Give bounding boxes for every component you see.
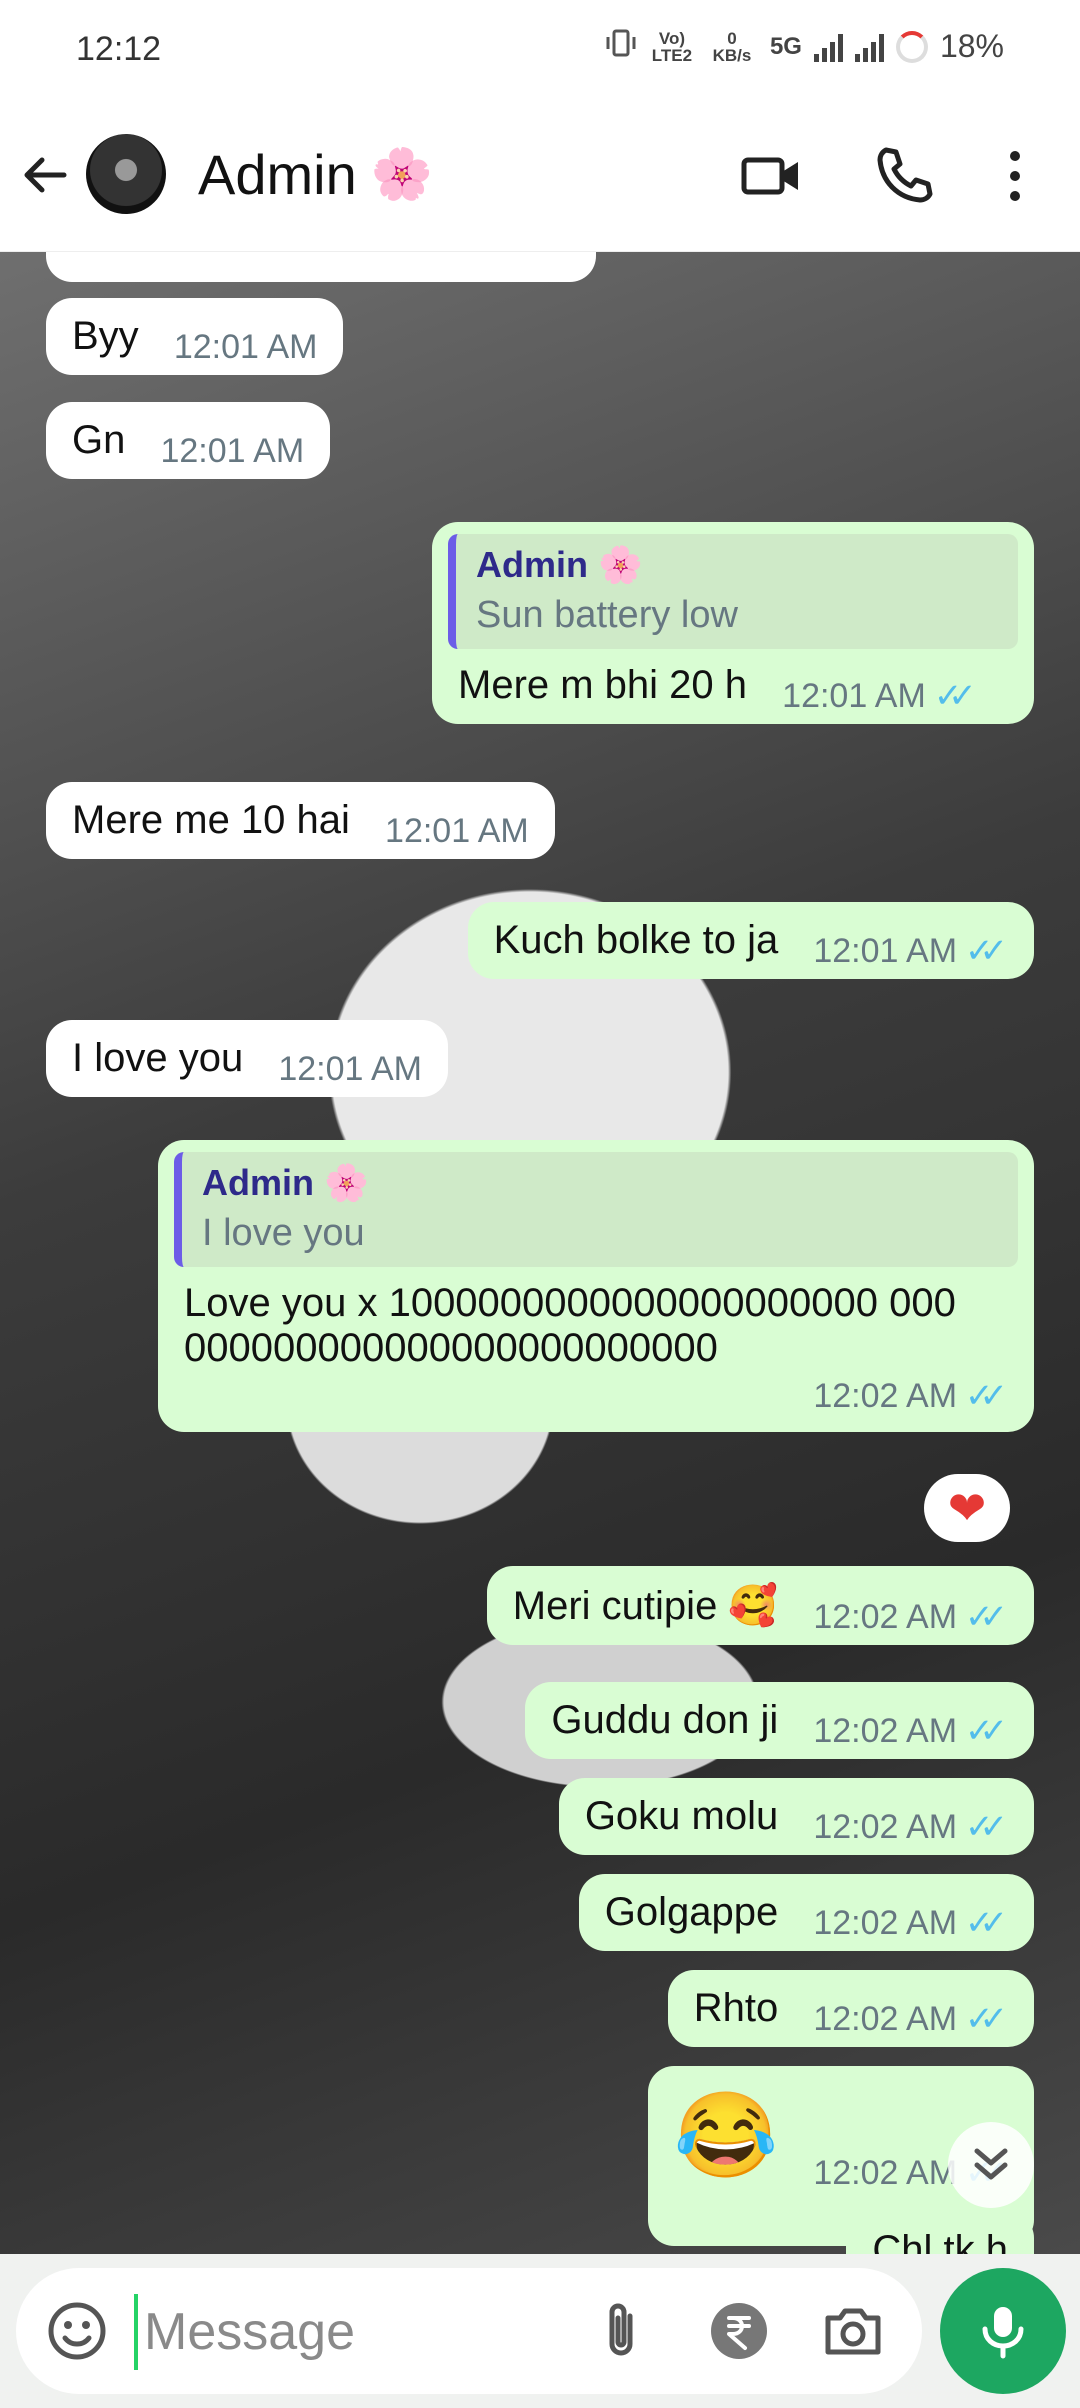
message-composer <box>0 2254 1080 2408</box>
message-bubble-in[interactable]: I love you 12:01 AM <box>46 1020 448 1097</box>
message-text: Meri cutipie 🥰 <box>512 1584 779 1628</box>
message-time: 12:01 AM <box>813 931 958 970</box>
emoji-icon[interactable] <box>44 2298 110 2364</box>
double-check-icon: ✓✓ <box>965 1598 1008 1636</box>
quoted-author: Admin 🌸 <box>476 544 643 585</box>
network-type: 5G <box>769 32 802 60</box>
back-arrow-icon[interactable] <box>20 150 70 200</box>
message-text: 😂 <box>673 2088 779 2182</box>
message-input-container <box>16 2268 922 2394</box>
status-time: 12:12 <box>76 30 162 68</box>
signal-icon-2 <box>854 32 884 62</box>
message-bubble-in[interactable]: Byy 12:01 AM <box>46 298 344 375</box>
chevron-double-down-icon <box>974 2148 1008 2180</box>
message-text: Rhto <box>693 1986 779 2030</box>
video-call-icon[interactable] <box>740 144 804 208</box>
contact-name-emoji: 🌸 <box>370 146 433 202</box>
message-bubble-in[interactable]: Mere me 10 hai 12:01 AM <box>46 782 555 859</box>
phone-icon[interactable] <box>872 144 936 208</box>
message-input[interactable] <box>134 2294 574 2370</box>
signal-icon-1 <box>813 32 843 62</box>
mic-button[interactable] <box>940 2268 1066 2394</box>
message-bubble-out-reply[interactable]: Admin 🌸 I love you Love you x 1000000000… <box>158 1140 1034 1432</box>
message-bubble-out[interactable]: Rhto 12:02 AM ✓✓ <box>667 1970 1034 2047</box>
avatar[interactable] <box>86 134 166 214</box>
mic-icon <box>982 2307 1024 2359</box>
quoted-text: I love you <box>202 1212 365 1254</box>
message-text: Mere me 10 hai <box>72 798 350 842</box>
quoted-author: Admin 🌸 <box>202 1162 369 1203</box>
message-text: Gn <box>72 418 126 462</box>
message-time: 12:01 AM <box>160 432 305 470</box>
attach-icon[interactable] <box>590 2298 656 2364</box>
contact-name-text: Admin <box>198 143 357 206</box>
battery-percent: 18% <box>939 28 1004 64</box>
message-text: Kuch bolke to ja <box>493 918 779 962</box>
rupee-icon[interactable] <box>706 2298 772 2364</box>
message-time: 12:01 AM <box>385 812 529 850</box>
double-check-icon: ✓✓ <box>965 1712 1008 1750</box>
message-bubble-out[interactable]: Kuch bolke to ja 12:01 AM ✓✓ <box>467 902 1034 979</box>
message-text: Love you x 1000000000000000000000 000000… <box>184 1281 956 1370</box>
message-time: 12:02 AM <box>813 1903 958 1942</box>
vibrate-icon <box>604 28 638 65</box>
quoted-message[interactable]: Admin 🌸 Sun battery low <box>448 534 1018 649</box>
battery-icon <box>895 30 928 63</box>
quoted-text: Sun battery low <box>476 594 738 636</box>
status-icons: Vo) LTE2 0 KB/s 5G 18% <box>604 28 1004 65</box>
message-text: I love you <box>72 1036 244 1080</box>
message-time: 12:02 AM <box>813 1711 958 1750</box>
message-text: Mere m bhi 20 h <box>458 663 748 707</box>
message-text: Guddu don ji <box>551 1698 779 1742</box>
contact-name[interactable]: Admin 🌸 <box>198 142 433 207</box>
message-bubble-in[interactable]: Gn 12:01 AM <box>46 402 331 479</box>
double-check-icon: ✓✓ <box>965 1808 1008 1846</box>
message-text: Goku molu <box>584 1794 779 1838</box>
message-text: Byy <box>72 314 139 358</box>
message-time: 12:01 AM <box>173 328 318 366</box>
message-bubble-out-partial[interactable]: Chl tk h <box>846 2212 1034 2254</box>
double-check-icon: ✓✓ <box>965 1377 1008 1415</box>
chat-messages[interactable]: Byy 12:01 AM Gn 12:01 AM Admin 🌸 Sun bat… <box>0 252 1080 2254</box>
heart-reaction-icon[interactable]: ❤ <box>924 1474 1010 1542</box>
message-bubble-out[interactable]: Golgappe 12:02 AM ✓✓ <box>578 1874 1034 1951</box>
volte-indicator: Vo) LTE2 <box>651 28 693 65</box>
message-bubble-out[interactable]: Goku molu 12:02 AM ✓✓ <box>558 1778 1034 1855</box>
message-time: 12:02 AM <box>813 1597 958 1636</box>
quoted-message[interactable]: Admin 🌸 I love you <box>174 1152 1018 1267</box>
message-time: 12:02 AM <box>813 2153 958 2192</box>
double-check-icon: ✓✓ <box>933 677 977 715</box>
message-bubble-partial[interactable] <box>46 252 596 282</box>
message-time: 12:01 AM <box>782 676 926 715</box>
message-time: 12:02 AM <box>813 1999 958 2038</box>
double-check-icon: ✓✓ <box>965 2000 1008 2038</box>
more-vert-icon[interactable] <box>990 144 1040 208</box>
message-time: 12:02 AM <box>813 1807 958 1846</box>
double-check-icon: ✓✓ <box>965 1904 1008 1942</box>
message-bubble-out-reply[interactable]: Admin 🌸 Sun battery low Mere m bhi 20 h … <box>432 522 1034 724</box>
message-bubble-out[interactable]: Meri cutipie 🥰 12:02 AM ✓✓ <box>486 1566 1034 1645</box>
network-speed: 0 KB/s <box>712 28 752 65</box>
message-bubble-out[interactable]: Guddu don ji 12:02 AM ✓✓ <box>525 1682 1034 1759</box>
message-text: Golgappe <box>604 1890 779 1934</box>
chat-header: Admin 🌸 <box>0 100 1080 252</box>
double-check-icon: ✓✓ <box>965 932 1008 970</box>
scroll-to-bottom-button[interactable] <box>948 2122 1034 2208</box>
status-bar: 12:12 Vo) LTE2 0 KB/s 5G 18% <box>0 0 1080 100</box>
camera-icon[interactable] <box>820 2298 886 2364</box>
message-time: 12:01 AM <box>278 1050 422 1088</box>
message-text: Chl tk h <box>872 2228 1008 2254</box>
message-time: 12:02 AM <box>813 1376 958 1415</box>
